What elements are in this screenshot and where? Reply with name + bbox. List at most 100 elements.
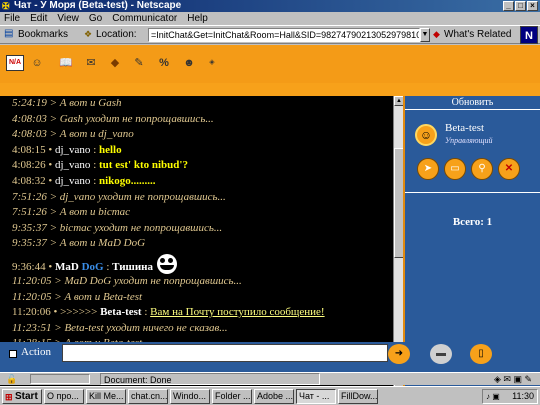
taskbar-item[interactable]: Kill Me... <box>86 389 126 404</box>
location-dropdown-button[interactable]: ▼ <box>420 28 430 42</box>
chat-message-text: nikogo......... <box>99 174 156 187</box>
menu-help[interactable]: Help <box>187 12 208 25</box>
send-icon[interactable]: ➜ <box>388 344 410 364</box>
chat-prefix: >>>>>> <box>60 306 98 319</box>
windows-taskbar: ⊞ Start О про... Kill Me... chat.cn... Wind… <box>0 386 540 405</box>
menu-communicator[interactable]: Communicator <box>112 12 177 25</box>
location-toolbar: ▤ Bookmarks ❖ Location: =InitChat&Get=In… <box>0 25 540 44</box>
taskbar-item[interactable]: chat.cn... <box>128 389 168 404</box>
mail-notification-link[interactable]: Вам на Почту поступило сообщение! <box>150 306 324 318</box>
taskbar-item[interactable]: Чат - ... <box>296 389 336 404</box>
tray-icons[interactable]: ♪ ▣ <box>486 390 500 403</box>
security-lock-icon[interactable]: 🔓 <box>6 373 17 385</box>
menu-edit[interactable]: Edit <box>30 12 47 25</box>
search-icon[interactable]: ⚲ <box>471 158 493 180</box>
taskbar-item[interactable]: Folder ... <box>212 389 252 404</box>
chat-system-text: > dj_vano уходит не попрощавшись... <box>49 190 226 203</box>
exit-door-icon[interactable]: ▯ <box>470 344 492 364</box>
person-icon[interactable]: ☺ <box>30 55 44 71</box>
bookmarks-button[interactable]: Bookmarks <box>18 29 68 40</box>
chat-line: 11:20:05 > MaD DoG уходит не попрощавшис… <box>0 274 393 290</box>
taskbar-item[interactable]: О про... <box>44 389 84 404</box>
netscape-throbber-icon[interactable]: N <box>520 26 538 44</box>
chat-line: 11:20:06 • >>>>>> Beta-test : Вам на Поч… <box>12 306 325 319</box>
chat-system-text: > А вот и dj_vano <box>49 128 134 141</box>
chat-time: 9:35:37 <box>12 221 47 234</box>
window-title: Чат - У Моря (Beta-test) - Netscape <box>14 0 182 11</box>
minimize-button[interactable]: _ <box>503 1 514 11</box>
system-tray: ♪ ▣ 11:30 <box>482 389 538 404</box>
na-icon[interactable]: N/A <box>6 55 24 71</box>
chat-message-text: tut est' kto nibud'? <box>99 159 188 172</box>
chat-system-text: > MaD DoG уходит не попрощавшись... <box>54 274 242 287</box>
taskbar-item[interactable]: Windo... <box>170 389 210 404</box>
bag-icon[interactable]: ◆ <box>107 55 123 71</box>
chat-nick[interactable]: dj_vano <box>55 175 90 187</box>
refresh-button[interactable]: Обновить <box>405 96 540 110</box>
chat-line: 9:36:44 • MaD DoG : Тишина <box>0 252 393 274</box>
chat-time: 4:08:03 <box>12 112 47 125</box>
chat-toolbar: N/A ☺ 📖 ✉ ◆ ✎ % ☻ ◈ <box>0 45 540 83</box>
action-checkbox[interactable] <box>9 350 17 358</box>
chat-system-text: > А вот и MaD DoG <box>49 237 146 250</box>
chat-time: 7:51:26 <box>12 190 47 203</box>
user-avatar-icon: ☺ <box>415 124 437 146</box>
component-bar-icons[interactable]: ◈ ✉ ▣ ✎ <box>494 373 532 385</box>
start-button[interactable]: ⊞ Start <box>2 389 42 404</box>
chat-time: 9:36:44 <box>12 260 46 273</box>
car-icon[interactable]: ▭ <box>444 158 466 180</box>
bookmarks-icon: ▤ <box>4 28 14 39</box>
chat-line: 4:08:26 • dj_vano : tut est' kto nibud'? <box>12 159 188 172</box>
chat-system-text: > А вот и bicmac <box>49 206 131 219</box>
close-button[interactable]: × <box>527 1 538 11</box>
chat-line: 4:08:32 • dj_vano : nikogo......... <box>12 174 156 187</box>
pen-icon[interactable]: ✎ <box>132 55 146 71</box>
chat-system-text: > А вот и Beta-test <box>54 290 143 303</box>
mail-icon[interactable]: ✉ <box>83 55 99 71</box>
chat-line: 7:51:26 > dj_vano уходит не попрощавшись… <box>0 190 393 206</box>
menu-view[interactable]: View <box>57 12 79 25</box>
status-text: Document: Done <box>100 373 320 385</box>
windows-logo-icon: ⊞ <box>5 392 13 402</box>
location-input[interactable]: =InitChat&Get=InitChat&Room=Hall&SID=982… <box>148 28 420 42</box>
chat-nick[interactable]: dj_vano <box>55 144 90 156</box>
chat-message-text: Тишина <box>112 260 153 273</box>
smile-icon[interactable]: ☻ <box>183 55 195 71</box>
menu-bar: File Edit View Go Communicator Help <box>0 12 540 25</box>
start-label: Start <box>15 391 38 402</box>
taskbar-item[interactable]: Adobe ... <box>254 389 294 404</box>
total-count: Всего: 1 <box>452 216 493 228</box>
chat-line: 9:35:37 > А вот и MaD DoG <box>0 236 393 252</box>
menu-file[interactable]: File <box>4 12 20 25</box>
chat-time: 4:08:15 <box>12 143 46 156</box>
progress-bar <box>30 374 90 384</box>
chat-time: 4:08:26 <box>12 159 46 172</box>
percent-icon[interactable]: % <box>158 55 170 71</box>
chat-time: 11:20:05 <box>12 290 52 303</box>
chat-line: 4:08:15 • dj_vano : hello <box>12 143 122 156</box>
action-label: Action <box>21 346 51 358</box>
tag-icon[interactable]: ◈ <box>204 55 220 71</box>
taskbar-item[interactable]: FillDow... <box>338 389 378 404</box>
book-icon[interactable]: 📖 <box>57 55 75 71</box>
whats-related-button[interactable]: What's Related <box>444 29 512 40</box>
kick-icon[interactable]: ✕ <box>498 158 520 180</box>
chat-line: 11:23:51 > Beta-test уходит ничего не ск… <box>0 321 393 337</box>
window-title-bar[interactable]: ✠ Чат - У Моря (Beta-test) - Netscape _ … <box>0 0 540 12</box>
maximize-button[interactable]: □ <box>515 1 526 11</box>
chat-system-text: > bicmac уходит не попрощавшись... <box>49 221 223 234</box>
user-entry[interactable]: ☺ Beta-test Управляющий <box>415 122 535 152</box>
eraser-icon[interactable]: ▬ <box>430 344 452 364</box>
chat-nick-part[interactable]: DoG <box>82 261 104 273</box>
chat-time: 4:08:32 <box>12 174 46 187</box>
chat-nick[interactable]: MaD <box>55 261 79 273</box>
netscape-app-icon: ✠ <box>2 1 10 11</box>
user-name[interactable]: Beta-test <box>445 122 484 134</box>
chat-line: 9:35:37 > bicmac уходит не попрощавшись.… <box>0 221 393 237</box>
user-role: Управляющий <box>445 136 493 145</box>
menu-go[interactable]: Go <box>89 12 102 25</box>
chat-nick[interactable]: dj_vano <box>55 159 90 171</box>
private-message-icon[interactable]: ➤ <box>417 158 439 180</box>
message-input[interactable] <box>62 344 388 362</box>
status-bar: 🔓 Document: Done ◈ ✉ ▣ ✎ <box>0 372 540 385</box>
